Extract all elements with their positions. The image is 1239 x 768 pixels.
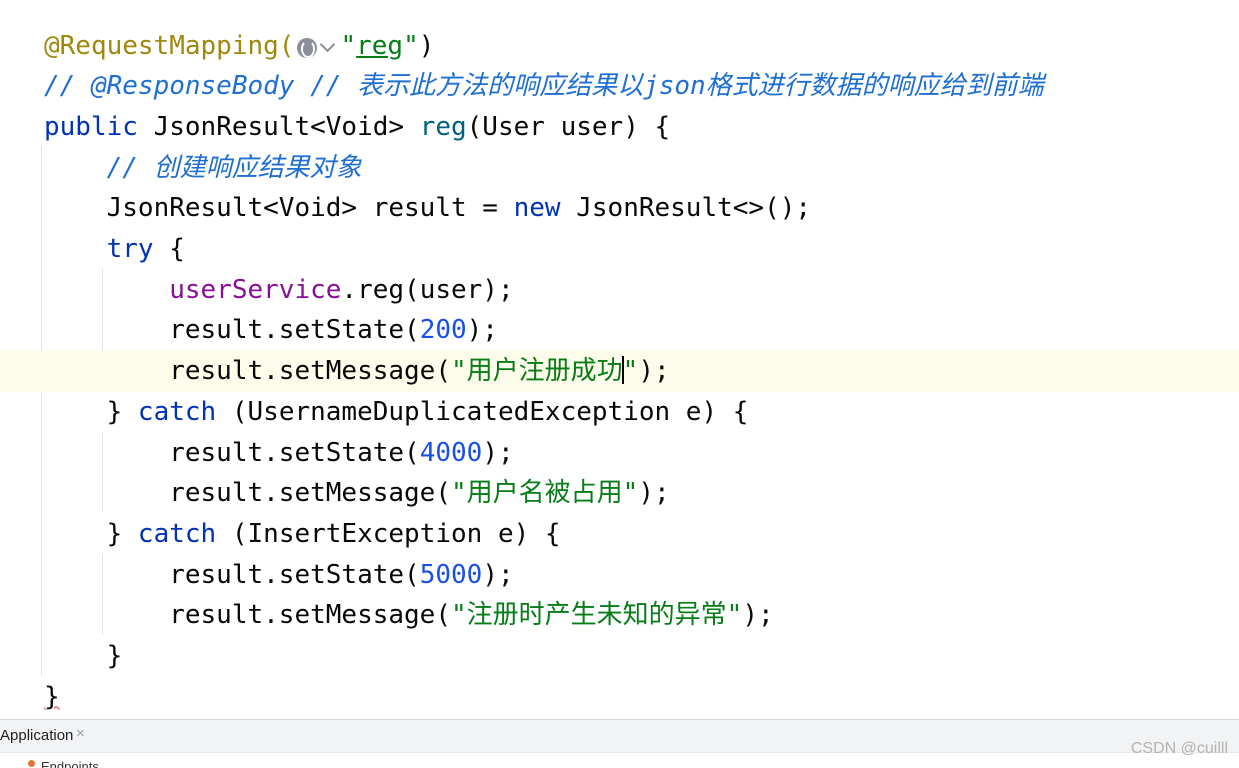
code-line[interactable]: userService.reg(user); <box>0 270 1239 311</box>
code-token: " <box>622 356 639 387</box>
code-token: // 创建响应结果对象 <box>106 152 362 183</box>
endpoints-icon <box>28 760 35 767</box>
code-token: catch <box>137 518 217 549</box>
code-token: reg <box>356 30 404 61</box>
code-token: "用户注册成功 <box>451 356 623 387</box>
code-token: ); <box>638 356 670 387</box>
code-token: } <box>44 641 123 671</box>
code-line[interactable]: result.setState(4000); <box>0 433 1239 474</box>
code-token: " <box>340 30 357 61</box>
code-token: result.setState( <box>44 315 420 346</box>
code-line[interactable]: } catch (UsernameDuplicatedException e) … <box>0 392 1239 433</box>
code-token: ); <box>482 437 514 468</box>
code-line[interactable]: JsonResult<Void> result = new JsonResult… <box>0 188 1239 229</box>
code-token: result.setMessage( <box>44 600 451 631</box>
code-line[interactable]: } <box>0 677 1239 718</box>
code-token: "注册时产生未知的异常" <box>451 600 743 631</box>
code-token: 200 <box>419 315 467 346</box>
code-token: result.setMessage( <box>44 356 451 387</box>
chevron-down-icon <box>320 36 336 53</box>
code-token: @RequestMapping( <box>44 30 295 61</box>
code-token: (UsernameDuplicatedException e) { <box>216 396 749 427</box>
code-token: 5000 <box>419 559 483 590</box>
code-token: ); <box>742 600 774 631</box>
code-token: catch <box>137 396 217 427</box>
code-line[interactable]: try { <box>0 229 1239 270</box>
code-token: ); <box>638 478 670 509</box>
tab-application[interactable]: Application <box>0 727 73 744</box>
code-token: 4000 <box>419 437 483 468</box>
code-line[interactable]: result.setState(5000); <box>0 555 1239 596</box>
code-token: reg <box>419 111 467 142</box>
code-token: } <box>44 681 60 712</box>
code-token: try <box>106 234 154 264</box>
code-line[interactable]: @RequestMapping( "reg") <box>0 26 1239 67</box>
code-token: JsonResult<Void> result = <box>44 193 514 224</box>
code-token: } <box>44 396 138 427</box>
code-line[interactable]: result.setMessage("用户注册成功"); <box>0 351 1239 392</box>
close-icon[interactable]: × <box>76 725 85 742</box>
tool-window-content: Endpoints <box>0 752 1239 768</box>
code-token: result.setState( <box>44 559 420 590</box>
code-line[interactable]: // 创建响应结果对象 <box>0 148 1239 189</box>
globe-circle <box>297 37 318 58</box>
watermark: CSDN @cuilll <box>1130 740 1228 757</box>
code-token: { <box>153 234 185 264</box>
code-token: (User user) { <box>466 111 671 142</box>
code-token: result.setMessage( <box>44 478 451 509</box>
code-token: ); <box>482 559 514 590</box>
code-token: public <box>44 111 138 142</box>
code-line[interactable]: } <box>0 636 1239 677</box>
code-token: result.setState( <box>44 437 420 468</box>
code-token: ); <box>466 315 498 346</box>
code-token: ) <box>418 30 435 61</box>
code-token: JsonResult<>(); <box>560 193 812 224</box>
code-token: } <box>44 518 138 549</box>
code-line[interactable]: public JsonResult<Void> reg(User user) { <box>0 107 1239 148</box>
globe-icon[interactable] <box>295 35 339 61</box>
code-token: .reg(user); <box>341 274 514 305</box>
code-token: (InsertException e) { <box>216 518 561 549</box>
code-line[interactable]: // @ResponseBody // 表示此方法的响应结果以json格式进行数… <box>0 66 1239 107</box>
code-line[interactable]: result.setMessage("用户名被占用"); <box>0 473 1239 514</box>
code-token: JsonResult<Void> <box>137 111 420 142</box>
tool-window-tabbar: Application × <box>0 719 1239 752</box>
code-token: // @ResponseBody // 表示此方法的响应结果以json格式进行数… <box>44 71 1044 102</box>
code-line[interactable]: } catch (InsertException e) { <box>0 514 1239 555</box>
code-editor[interactable]: @RequestMapping("reg")// @ResponseBody /… <box>0 0 1239 719</box>
code-token: "用户名被占用" <box>451 478 639 509</box>
code-token: userService <box>169 274 342 305</box>
code-line[interactable]: result.setMessage("注册时产生未知的异常"); <box>0 595 1239 636</box>
code-token: " <box>403 30 419 61</box>
code-line[interactable]: result.setState(200); <box>0 310 1239 351</box>
code-token: new <box>513 193 561 224</box>
